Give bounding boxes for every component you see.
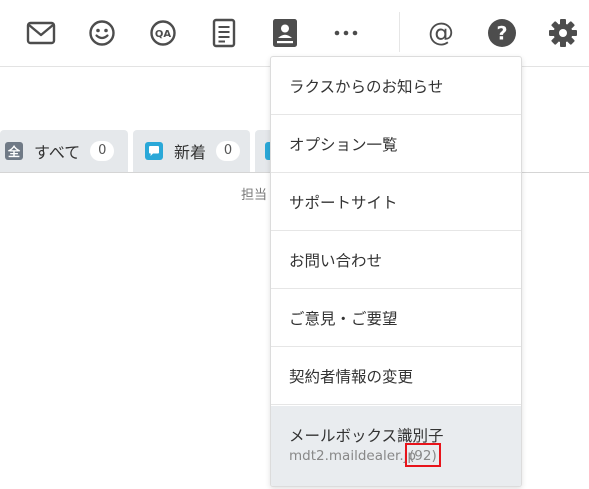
mailbox-host: mdt2.maildealer.jp [289,448,416,464]
tab-all[interactable]: 全 すべて 0 [0,130,128,172]
more-icon[interactable] [330,17,362,49]
tab-count-badge: 0 [216,141,241,161]
menu-item-contact[interactable]: お問い合わせ [271,231,521,289]
at-icon[interactable]: @ [425,17,457,49]
help-dropdown-menu: ラクスからのお知らせ オプション一覧 サポートサイト お問い合わせ ご意見・ご要… [270,56,522,487]
chat-icon [145,142,163,160]
tab-count-badge: 0 [90,141,115,161]
menu-item-news[interactable]: ラクスからのお知らせ [271,57,521,115]
svg-text:QA: QA [155,29,172,40]
menu-item-options[interactable]: オプション一覧 [271,115,521,173]
gear-icon[interactable] [547,17,579,49]
qa-icon[interactable]: QA [147,17,179,49]
mailbox-id-number: (92) [405,443,441,467]
smiley-icon[interactable] [86,17,118,49]
menu-item-feedback[interactable]: ご意見・ご要望 [271,289,521,347]
menu-item-support-site[interactable]: サポートサイト [271,173,521,231]
assignee-label: 担当 [241,188,268,203]
svg-text:@: @ [428,18,454,48]
svg-text:?: ? [496,23,507,45]
menu-item-contract-info[interactable]: 契約者情報の変更 [271,347,521,405]
tab-new[interactable]: 新着 0 [133,130,250,172]
tab-label: 新着 [174,143,207,162]
tab-label: すべて [34,143,81,162]
toolbar-divider [399,12,400,52]
document-icon[interactable] [208,17,240,49]
contact-icon[interactable] [269,17,301,49]
menu-item-mailbox-id[interactable]: メールボックス識別子 mdt2.maildealer.jp (92) [271,406,521,486]
all-icon: 全 [5,142,23,160]
help-icon[interactable]: ? [486,17,518,49]
mail-icon[interactable] [25,17,57,49]
